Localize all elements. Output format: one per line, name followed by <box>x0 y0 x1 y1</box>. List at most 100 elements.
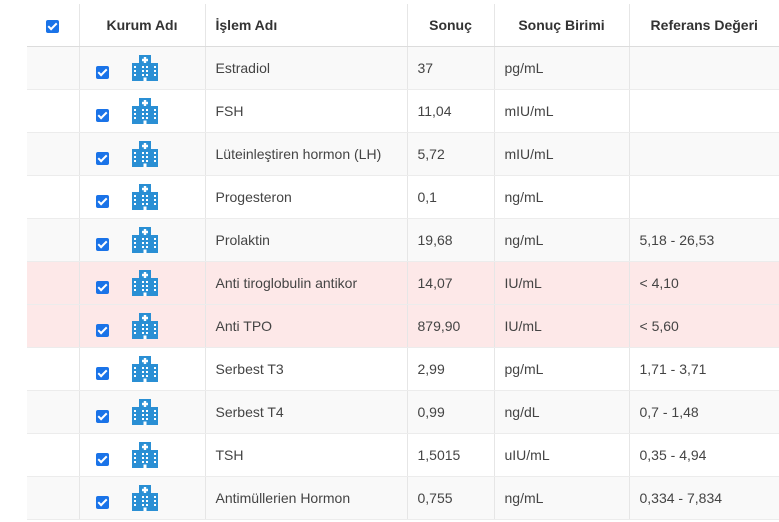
column-header-islem[interactable]: İşlem Adı <box>205 4 408 47</box>
kurum-cell <box>79 89 206 133</box>
birim-cell: uIU/mL <box>494 433 630 477</box>
table-body: Estradiol 37 pg/mL FSH 11,04 mIU/mL Lüte… <box>27 46 779 520</box>
hospital-building-icon[interactable] <box>131 183 159 211</box>
birim-cell: IU/mL <box>494 261 630 305</box>
table-row: Anti tiroglobulin antikor 14,07 IU/mL < … <box>27 261 779 305</box>
kurum-cell <box>79 218 206 262</box>
table-row: Estradiol 37 pg/mL <box>27 46 779 90</box>
column-header-kurum[interactable]: Kurum Adı <box>79 4 206 47</box>
hospital-building-icon[interactable] <box>131 312 159 340</box>
referans-cell <box>629 132 779 176</box>
select-all-header[interactable] <box>27 4 80 47</box>
hospital-building-icon[interactable] <box>131 97 159 125</box>
sonuc-cell: 14,07 <box>407 261 495 305</box>
row-select-checkbox[interactable] <box>95 238 109 251</box>
islem-cell: Serbest T3 <box>205 347 408 391</box>
islem-cell: TSH <box>205 433 408 477</box>
islem-cell: Anti TPO <box>205 304 408 348</box>
islem-cell: Anti tiroglobulin antikor <box>205 261 408 305</box>
islem-cell: Progesteron <box>205 175 408 219</box>
referans-cell <box>629 89 779 133</box>
hospital-building-icon[interactable] <box>131 54 159 82</box>
row-select-checkbox[interactable] <box>95 453 109 466</box>
islem-cell: Antimüllerien Hormon <box>205 476 408 520</box>
row-spacer-cell <box>27 347 80 391</box>
hospital-building-icon[interactable] <box>131 355 159 383</box>
birim-cell: IU/mL <box>494 304 630 348</box>
table-row: Serbest T4 0,99 ng/dL 0,7 - 1,48 <box>27 390 779 434</box>
sonuc-cell: 1,5015 <box>407 433 495 477</box>
table-row: FSH 11,04 mIU/mL <box>27 89 779 133</box>
table-row: Serbest T3 2,99 pg/mL 1,71 - 3,71 <box>27 347 779 391</box>
row-spacer-cell <box>27 175 80 219</box>
birim-cell: mIU/mL <box>494 132 630 176</box>
birim-cell: ng/mL <box>494 476 630 520</box>
birim-cell: ng/mL <box>494 218 630 262</box>
kurum-cell <box>79 304 206 348</box>
kurum-cell <box>79 433 206 477</box>
islem-cell: FSH <box>205 89 408 133</box>
kurum-cell <box>79 476 206 520</box>
row-spacer-cell <box>27 89 80 133</box>
table-header-row: Kurum Adı İşlem Adı Sonuç Sonuç Birimi R… <box>27 4 779 47</box>
birim-cell: mIU/mL <box>494 89 630 133</box>
hospital-building-icon[interactable] <box>131 484 159 512</box>
kurum-cell <box>79 390 206 434</box>
referans-cell: 1,71 - 3,71 <box>629 347 779 391</box>
hospital-building-icon[interactable] <box>131 269 159 297</box>
row-spacer-cell <box>27 261 80 305</box>
referans-cell <box>629 46 779 90</box>
sonuc-cell: 0,1 <box>407 175 495 219</box>
column-header-sonuc[interactable]: Sonuç <box>407 4 495 47</box>
table-row: Progesteron 0,1 ng/mL <box>27 175 779 219</box>
row-spacer-cell <box>27 132 80 176</box>
column-header-birim[interactable]: Sonuç Birimi <box>494 4 630 47</box>
row-spacer-cell <box>27 218 80 262</box>
sonuc-cell: 19,68 <box>407 218 495 262</box>
islem-cell: Estradiol <box>205 46 408 90</box>
row-select-checkbox[interactable] <box>95 66 109 79</box>
hospital-building-icon[interactable] <box>131 226 159 254</box>
kurum-cell <box>79 46 206 90</box>
kurum-cell <box>79 347 206 391</box>
referans-cell <box>629 175 779 219</box>
islem-cell: Prolaktin <box>205 218 408 262</box>
table-row: TSH 1,5015 uIU/mL 0,35 - 4,94 <box>27 433 779 477</box>
kurum-cell <box>79 132 206 176</box>
row-select-checkbox[interactable] <box>95 195 109 208</box>
kurum-cell <box>79 175 206 219</box>
referans-cell: 0,7 - 1,48 <box>629 390 779 434</box>
table-row: Antimüllerien Hormon 0,755 ng/mL 0,334 -… <box>27 476 779 520</box>
row-select-checkbox[interactable] <box>95 410 109 423</box>
birim-cell: pg/mL <box>494 46 630 90</box>
sonuc-cell: 37 <box>407 46 495 90</box>
row-spacer-cell <box>27 46 80 90</box>
referans-cell: 5,18 - 26,53 <box>629 218 779 262</box>
row-select-checkbox[interactable] <box>95 109 109 122</box>
sonuc-cell: 879,90 <box>407 304 495 348</box>
sonuc-cell: 0,99 <box>407 390 495 434</box>
row-select-checkbox[interactable] <box>95 367 109 380</box>
table-row: Anti TPO 879,90 IU/mL < 5,60 <box>27 304 779 348</box>
row-select-checkbox[interactable] <box>95 496 109 509</box>
select-all-checkbox-icon[interactable] <box>46 19 60 33</box>
islem-cell: Serbest T4 <box>205 390 408 434</box>
row-select-checkbox[interactable] <box>95 152 109 165</box>
hospital-building-icon[interactable] <box>131 398 159 426</box>
column-header-referans[interactable]: Referans Değeri <box>629 4 779 47</box>
islem-cell: Lüteinleştiren hormon (LH) <box>205 132 408 176</box>
row-select-checkbox[interactable] <box>95 281 109 294</box>
row-select-checkbox[interactable] <box>95 324 109 337</box>
row-spacer-cell <box>27 304 80 348</box>
sonuc-cell: 5,72 <box>407 132 495 176</box>
lab-results-table: Kurum Adı İşlem Adı Sonuç Sonuç Birimi R… <box>27 4 779 520</box>
hospital-building-icon[interactable] <box>131 140 159 168</box>
table-row: Lüteinleştiren hormon (LH) 5,72 mIU/mL <box>27 132 779 176</box>
birim-cell: ng/mL <box>494 175 630 219</box>
referans-cell: < 4,10 <box>629 261 779 305</box>
referans-cell: < 5,60 <box>629 304 779 348</box>
referans-cell: 0,334 - 7,834 <box>629 476 779 520</box>
sonuc-cell: 11,04 <box>407 89 495 133</box>
table-row: Prolaktin 19,68 ng/mL 5,18 - 26,53 <box>27 218 779 262</box>
hospital-building-icon[interactable] <box>131 441 159 469</box>
